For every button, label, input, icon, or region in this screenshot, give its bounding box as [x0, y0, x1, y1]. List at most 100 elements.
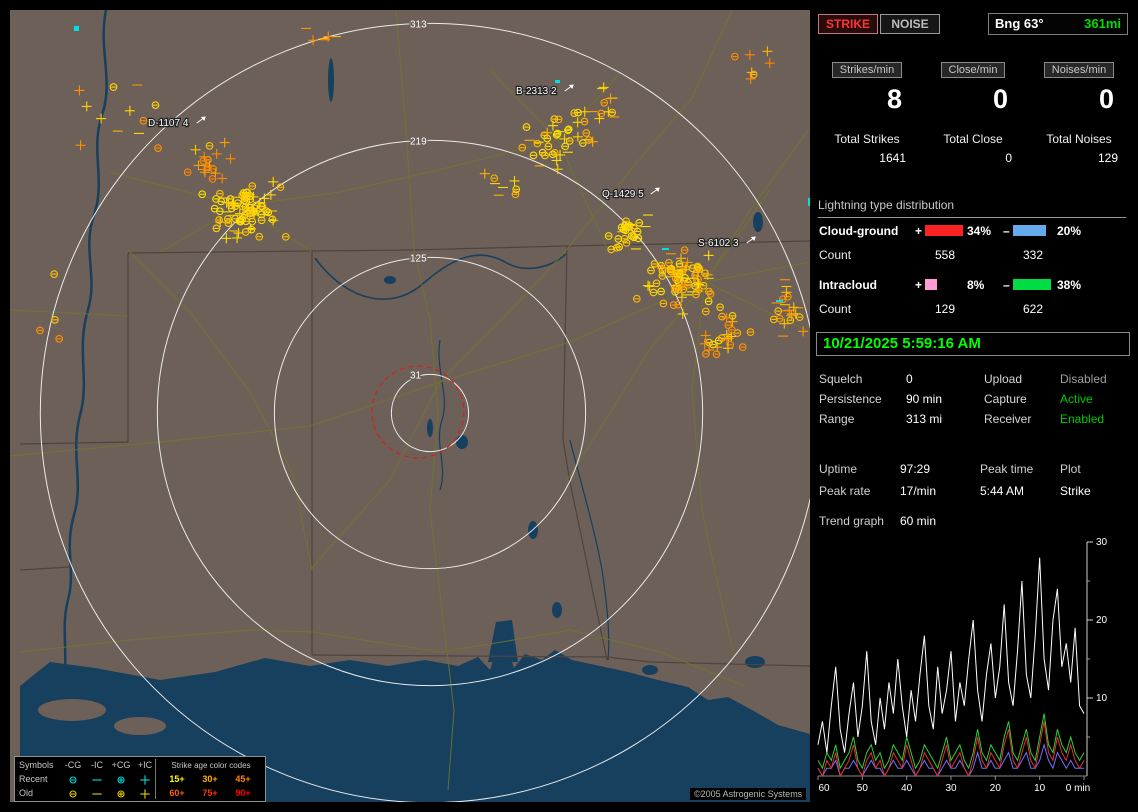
bearing-value: Bng 63° — [995, 16, 1044, 31]
strike-mode-button[interactable]: STRIKE — [818, 14, 878, 34]
svg-text:60: 60 — [818, 783, 830, 794]
legend-symbol-icon — [109, 774, 133, 786]
datetime-display: 10/21/2025 5:59:16 AM — [816, 332, 1130, 356]
distribution-name: Cloud-ground — [819, 224, 898, 238]
legend-symbol-icon — [85, 788, 109, 800]
bar-fill — [925, 279, 937, 290]
minus-sign: – — [1003, 278, 1010, 292]
legend-symbol-icon — [61, 774, 85, 786]
setting-status: Enabled — [1060, 412, 1104, 426]
negative-count: 332 — [1013, 248, 1053, 262]
negative-percent: 38% — [1057, 278, 1081, 292]
intracloud-count-row: Count 129 622 — [816, 302, 1130, 316]
settings-row: Persistence 90 min Capture Active — [816, 392, 1130, 408]
stats-row: Peak rate 17/min 5:44 AM Strike — [816, 484, 1130, 500]
close-column: Close/min 0 Total Close 0 — [922, 62, 1024, 182]
legend-symbol-icon — [133, 788, 157, 800]
age-code-label: 60+ — [161, 787, 193, 800]
total-label: Total Noises — [1028, 132, 1130, 146]
svg-text:20: 20 — [1096, 615, 1108, 626]
negative-count: 622 — [1013, 302, 1053, 316]
setting-label: Persistence — [819, 392, 882, 406]
distance-value: 361mi — [1084, 16, 1121, 31]
legend-type-header: -IC — [85, 759, 109, 772]
total-value: 0 — [922, 151, 1012, 165]
svg-text:40: 40 — [901, 783, 913, 794]
map-view[interactable]: 31125219313D-1107 4B-2313 2Q-1429 5S-610… — [10, 10, 810, 802]
legend-age-title: Strike age color codes — [159, 759, 263, 772]
setting-value: 90 min — [906, 392, 942, 406]
legend-row-label: Recent — [19, 773, 59, 786]
bearing-readout: Bng 63° 361mi — [988, 13, 1128, 35]
legend-symbol-icon — [109, 788, 133, 800]
peak-time-label: Peak time — [980, 462, 1033, 476]
cloud-ground-count-row: Count 558 332 — [816, 248, 1130, 262]
plus-sign: + — [915, 224, 922, 238]
svg-text:125: 125 — [410, 253, 427, 264]
legend-type-header: -CG — [61, 759, 85, 772]
minus-sign: – — [1003, 224, 1010, 238]
noise-mode-button[interactable]: NOISE — [880, 14, 940, 34]
positive-bar — [925, 279, 965, 290]
total-label: Total Strikes — [816, 132, 918, 146]
plot-label: Plot — [1060, 462, 1081, 476]
total-value: 1641 — [816, 151, 906, 165]
positive-percent: 34% — [967, 224, 991, 238]
bar-fill — [1013, 279, 1051, 290]
legend-symbol-icon — [61, 788, 85, 800]
distribution-name: Intracloud — [819, 278, 877, 292]
rate-label: Noises/min — [1044, 62, 1114, 78]
age-code-label: 90+ — [227, 787, 259, 800]
count-label: Count — [819, 248, 851, 262]
legend-row-label: Old — [19, 787, 59, 800]
svg-text:20: 20 — [990, 783, 1002, 794]
svg-text:10: 10 — [1034, 783, 1046, 794]
cloud-ground-row: Cloud-ground + 34% – 20% — [816, 224, 1130, 238]
positive-count: 129 — [925, 302, 965, 316]
svg-text:313: 313 — [410, 19, 427, 30]
count-label: Count — [819, 302, 851, 316]
age-code-label: 75+ — [194, 787, 226, 800]
svg-text:B-2313 2: B-2313 2 — [516, 86, 557, 97]
uptime-label: Uptime — [819, 462, 857, 476]
negative-percent: 20% — [1057, 224, 1081, 238]
svg-text:30: 30 — [1096, 537, 1108, 548]
setting-value: 0 — [906, 372, 913, 386]
copyright-text: ©2005 Astrogenic Systems — [690, 788, 806, 800]
setting-status: Disabled — [1060, 372, 1107, 386]
total-label: Total Close — [922, 132, 1024, 146]
app-window: { "app": { "credit": "©2005 Astrogenic S… — [0, 0, 1138, 812]
noises-column: Noises/min 0 Total Noises 129 — [1028, 62, 1130, 182]
setting-label: Capture — [984, 392, 1027, 406]
svg-text:219: 219 — [410, 136, 427, 147]
plus-sign: + — [915, 278, 922, 292]
legend-symbol-icon — [85, 774, 109, 786]
rate-value: 0 — [1028, 84, 1114, 115]
setting-label: Squelch — [819, 372, 862, 386]
bar-fill — [925, 225, 963, 236]
status-panel: STRIKE NOISE Bng 63° 361mi Strikes/min 8… — [816, 10, 1130, 802]
age-code-label: 45+ — [227, 773, 259, 786]
peak-time-value: 5:44 AM — [980, 484, 1024, 498]
svg-text:D-1107 4: D-1107 4 — [148, 118, 189, 129]
setting-value: 313 mi — [906, 412, 942, 426]
rate-value: 8 — [816, 84, 902, 115]
legend-old-row: Old 60+75+90+ — [17, 787, 263, 800]
strikes-column: Strikes/min 8 Total Strikes 1641 — [816, 62, 918, 182]
svg-text:Q-1429 5: Q-1429 5 — [602, 189, 644, 200]
map-canvas: 31125219313D-1107 4B-2313 2Q-1429 5S-610… — [10, 10, 810, 802]
positive-count: 558 — [925, 248, 965, 262]
svg-text:50: 50 — [857, 783, 869, 794]
settings-row: Squelch 0 Upload Disabled — [816, 372, 1130, 388]
setting-label: Upload — [984, 372, 1022, 386]
bar-fill — [1013, 225, 1046, 236]
uptime-value: 97:29 — [900, 462, 930, 476]
positive-bar — [925, 225, 965, 236]
legend-type-header: +IC — [133, 759, 157, 772]
svg-text:30: 30 — [945, 783, 957, 794]
svg-text:31: 31 — [410, 370, 422, 381]
negative-bar — [1013, 225, 1053, 236]
trend-graph-label: Trend graph — [819, 514, 884, 528]
age-code-label: 15+ — [161, 773, 193, 786]
positive-percent: 8% — [967, 278, 984, 292]
